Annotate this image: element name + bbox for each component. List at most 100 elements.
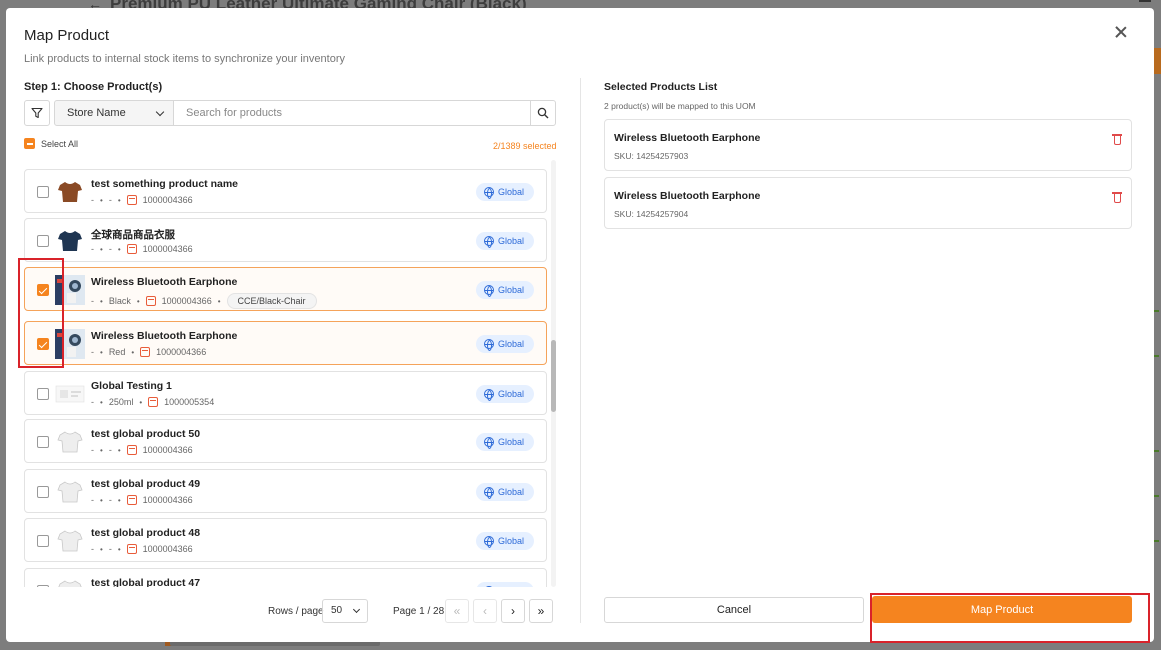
product-name: Wireless Bluetooth Earphone (91, 276, 238, 288)
globe-icon (483, 389, 494, 401)
product-meta: - (108, 445, 112, 455)
product-thumbnail (55, 427, 85, 457)
product-thumbnail (55, 477, 85, 507)
list-scrollbar-thumb[interactable] (551, 340, 556, 412)
product-meta: • (117, 195, 121, 205)
product-meta-separator: • (217, 296, 221, 306)
prev-page-button[interactable]: ‹ (473, 599, 497, 623)
next-page-button[interactable]: › (501, 599, 525, 623)
product-meta: • (100, 544, 103, 554)
product-checkbox[interactable] (37, 535, 49, 547)
list-item[interactable]: test something product name - • - • 10000043… (24, 169, 547, 213)
selected-product-sku: SKU: 14254257904 (614, 209, 689, 219)
product-meta: - (91, 544, 94, 554)
product-checkbox[interactable] (37, 585, 49, 587)
product-name: test global product 50 (91, 428, 201, 440)
product-meta: • (100, 445, 103, 455)
global-badge-label: Global (497, 487, 524, 497)
product-meta: - (91, 296, 94, 306)
selected-product-name: Wireless Bluetooth Earphone (614, 190, 761, 202)
product-sku: 1000004366 (142, 544, 193, 554)
global-badge: Global (475, 532, 534, 550)
product-sku: 1000004366 (142, 445, 193, 455)
product-meta: - (91, 244, 94, 254)
trash-icon[interactable] (1112, 133, 1122, 145)
calendar-icon (126, 495, 137, 505)
product-checkbox[interactable] (37, 436, 49, 448)
annotation-highlight-checkboxes (18, 258, 64, 368)
product-meta: • (100, 244, 103, 254)
product-meta: • (100, 495, 103, 505)
filter-button[interactable] (24, 100, 50, 126)
product-meta: • (100, 296, 103, 306)
calendar-icon (126, 445, 137, 455)
product-list[interactable]: test something product name - • - • 10000043… (24, 160, 548, 587)
cancel-button[interactable]: Cancel (604, 597, 864, 623)
product-checkbox[interactable] (37, 388, 49, 400)
select-all-checkbox[interactable]: Select All (24, 138, 78, 149)
search-button[interactable] (530, 100, 556, 126)
globe-icon (483, 236, 494, 248)
global-badge-label: Global (497, 285, 524, 295)
product-meta-row: - • - • 1000004366 (91, 495, 193, 505)
store-select-label: Store Name (67, 107, 126, 119)
map-product-modal: Map Product Link products to internal st… (6, 8, 1154, 643)
trash-icon[interactable] (1112, 191, 1122, 203)
search-icon (537, 107, 549, 119)
product-tag: CCE/Black-Chair (226, 293, 317, 309)
product-meta: Black (108, 296, 131, 306)
product-name: test global product 48 (91, 527, 201, 539)
calendar-icon (126, 244, 137, 254)
panel-divider (580, 78, 581, 623)
store-name-select[interactable]: Store Name (54, 100, 174, 126)
last-page-button[interactable]: » (529, 599, 553, 623)
product-meta: • (131, 347, 135, 357)
product-name: test global product 49 (91, 478, 201, 490)
product-meta: • (117, 495, 121, 505)
global-badge: Global (475, 335, 534, 353)
page-indicator: Page 1 / 28 (393, 606, 445, 617)
list-item[interactable]: test global product 48 - • - • 1000004366 Gl… (24, 518, 547, 562)
rows-per-page-select[interactable]: 50 (322, 599, 368, 623)
product-checkbox[interactable] (37, 235, 49, 247)
product-checkbox[interactable] (37, 186, 49, 198)
product-meta: - (108, 495, 112, 505)
first-page-button[interactable]: « (445, 599, 469, 623)
list-item[interactable]: Wireless Bluetooth Earphone - • Red • 100000… (24, 321, 547, 365)
product-meta: Red (108, 347, 126, 357)
calendar-icon (148, 397, 159, 407)
list-item[interactable]: Global Testing 1 - • 250ml • 1000005354 Glob… (24, 371, 547, 415)
product-meta: • (117, 544, 121, 554)
list-item[interactable]: test global product 50 - • - • 1000004366 Gl… (24, 419, 547, 463)
product-meta: - (91, 445, 94, 455)
select-all-label: Select All (41, 138, 79, 149)
search-input[interactable] (173, 100, 531, 126)
list-item[interactable]: 全球商品商品衣服 - • - • 1000004366 Global (24, 218, 547, 262)
product-meta-row: - • - • 1000004366 (91, 445, 193, 455)
product-meta-row: - • Black • 1000004366 • CCE/Black-Chair (91, 293, 317, 309)
list-item[interactable]: test global product 49 - • - • 1000004366 Gl… (24, 469, 547, 513)
product-meta: • (136, 296, 140, 306)
product-sku: 1000004366 (161, 296, 212, 306)
product-name: Global Testing 1 (91, 380, 172, 392)
product-thumbnail (55, 226, 85, 256)
product-meta: - (108, 544, 112, 554)
global-badge: Global (475, 582, 534, 587)
product-meta: • (100, 195, 103, 205)
product-checkbox[interactable] (37, 486, 49, 498)
globe-icon (483, 187, 494, 199)
list-item[interactable]: test global product 47 -•-•1000004366 Gl… (24, 568, 547, 587)
list-item[interactable]: Wireless Bluetooth Earphone - • Black • 1000… (24, 267, 547, 311)
product-meta: - (108, 244, 112, 254)
global-badge-label: Global (497, 536, 524, 546)
global-badge-label: Global (497, 187, 524, 197)
product-meta: • (139, 397, 143, 407)
global-badge: Global (475, 385, 534, 403)
product-meta-row: - • - • 1000004366 (91, 544, 193, 554)
close-icon[interactable] (1113, 24, 1129, 40)
globe-icon (483, 437, 494, 449)
global-badge-label: Global (498, 586, 524, 587)
global-badge: Global (475, 183, 534, 201)
product-meta-row: - • - • 1000004366 (91, 244, 193, 254)
global-badge: Global (475, 433, 534, 451)
